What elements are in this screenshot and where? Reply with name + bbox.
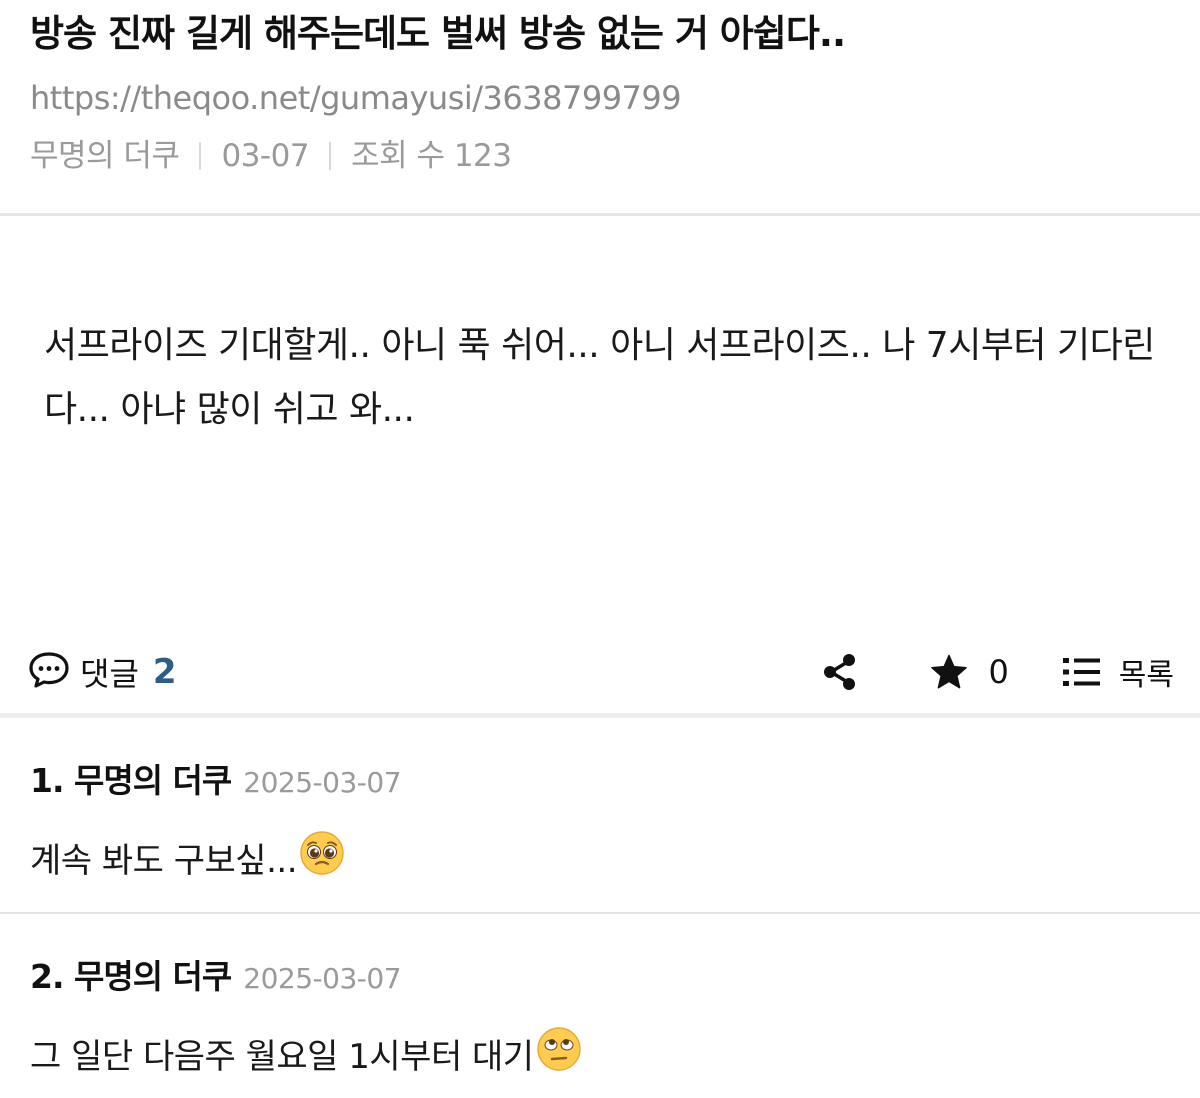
post-title: 방송 진짜 길게 해주는데도 벌써 방송 없는 거 아쉽다.. xyxy=(30,12,846,55)
comment-header: 1. 무명의 더쿠 2025-03-07 xyxy=(30,754,1170,802)
comment-author: 1. 무명의 더쿠 xyxy=(30,761,232,800)
meta-divider xyxy=(329,142,332,170)
pleading-face-icon xyxy=(299,830,345,885)
post-body: 서프라이즈 기대할게.. 아니 푹 쉬어... 아니 서프라이즈.. 나 7시부… xyxy=(44,325,1155,430)
list-button[interactable]: 목록 xyxy=(1062,650,1174,694)
comments-button[interactable]: 댓글 2 xyxy=(28,648,177,696)
share-icon xyxy=(824,654,856,690)
post-actions-bar: 댓글 2 0 목록 xyxy=(0,630,1200,718)
comment-item: 2. 무명의 더쿠 2025-03-07 그 일단 다음주 월요일 1시부터 대… xyxy=(0,914,1200,1098)
comments-count: 2 xyxy=(152,652,177,692)
comment-text: 그 일단 다음주 월요일 1시부터 대기 xyxy=(30,1037,534,1077)
star-button[interactable]: 0 xyxy=(930,653,1009,691)
comment-author: 2. 무명의 더쿠 xyxy=(30,957,232,996)
meta-divider xyxy=(199,142,202,170)
star-count: 0 xyxy=(988,653,1009,691)
comment-body: 그 일단 다음주 월요일 1시부터 대기 xyxy=(30,1026,1170,1081)
post-date: 03-07 xyxy=(221,138,310,174)
star-icon xyxy=(931,654,968,689)
post-meta: 무명의 더쿠 03-07 조회 수 123 xyxy=(30,134,1170,178)
comment-date: 2025-03-07 xyxy=(243,962,402,995)
post-author: 무명의 더쿠 xyxy=(30,138,180,174)
speech-bubble-icon xyxy=(28,650,70,694)
post-header: 방송 진짜 길게 해주는데도 벌써 방송 없는 거 아쉽다.. https://… xyxy=(0,0,1200,216)
comment-list: 1. 무명의 더쿠 2025-03-07 계속 봐도 구보싶... 2. 무명의… xyxy=(0,718,1200,1098)
comment-text: 계속 봐도 구보싶... xyxy=(30,841,298,881)
post-url[interactable]: https://theqoo.net/gumayusi/3638799799 xyxy=(30,76,1170,120)
comment-item: 1. 무명의 더쿠 2025-03-07 계속 봐도 구보싶... xyxy=(0,718,1200,914)
list-icon xyxy=(1062,658,1100,686)
eye-roll-face-icon xyxy=(536,1026,582,1081)
comment-body: 계속 봐도 구보싶... xyxy=(30,830,1170,885)
list-label: 목록 xyxy=(1118,658,1174,693)
comment-date: 2025-03-07 xyxy=(243,766,402,799)
share-button[interactable] xyxy=(820,648,860,696)
comment-header: 2. 무명의 더쿠 2025-03-07 xyxy=(30,950,1170,998)
post-views: 조회 수 123 xyxy=(351,138,512,174)
actions-right: 0 목록 xyxy=(820,648,1174,696)
comments-label: 댓글 xyxy=(80,655,139,693)
